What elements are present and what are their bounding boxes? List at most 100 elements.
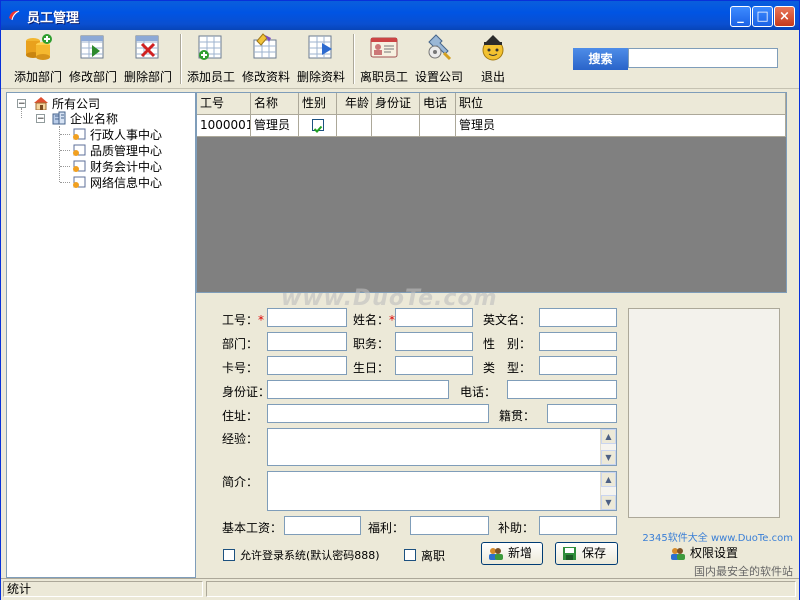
salary-field[interactable] — [284, 516, 361, 535]
save-button[interactable]: 保存 — [555, 542, 618, 565]
close-button[interactable]: × — [774, 6, 795, 27]
users-icon — [489, 548, 503, 560]
search-label: 搜索 — [573, 48, 628, 70]
search-input[interactable] — [628, 48, 778, 68]
subsidy-field[interactable] — [539, 516, 617, 535]
exit-icon — [482, 35, 504, 61]
scrollbar[interactable]: ▲ ▼ — [600, 472, 616, 510]
department-icon — [73, 128, 86, 140]
card-field[interactable] — [267, 356, 347, 375]
delete-dept-button[interactable]: 删除部门 — [123, 33, 173, 85]
table-cell[interactable]: 1000001 — [197, 115, 251, 137]
native-place-label: 籍贯： — [499, 409, 536, 423]
title-field[interactable] — [395, 332, 473, 351]
experience-textarea[interactable]: ▲ ▼ — [267, 428, 617, 466]
table-cell[interactable] — [299, 115, 337, 137]
phone-field[interactable] — [507, 380, 617, 399]
table-cell[interactable] — [420, 115, 456, 137]
window-title: 员工管理 — [27, 11, 80, 26]
dept-label: 部门： — [222, 337, 259, 351]
add-dept-label: 添加部门 — [13, 70, 62, 84]
english-name-field[interactable] — [539, 308, 617, 327]
column-header[interactable]: 身份证 — [372, 93, 420, 115]
subsidy-label: 补助： — [498, 521, 535, 535]
department-icon — [73, 176, 86, 188]
department-icon — [73, 160, 86, 172]
company-settings-button[interactable]: 设置公司 — [414, 33, 464, 85]
table-cell[interactable] — [372, 115, 420, 137]
tree-node-dept[interactable]: 财务会计中心 — [60, 158, 180, 174]
resigned-employee-icon — [370, 37, 398, 58]
employee-photo[interactable] — [628, 308, 780, 518]
department-tree[interactable]: − 所有公司 − 企业名称 行政人事中心 品质管理中心 财务会计中心 网络信息中… — [6, 92, 196, 578]
edit-info-button[interactable]: 修改资料 — [241, 33, 291, 85]
department-icon — [73, 144, 86, 156]
column-header[interactable]: 性别 — [299, 93, 337, 115]
collapse-icon[interactable]: − — [36, 114, 45, 124]
welfare-field[interactable] — [410, 516, 489, 535]
column-header[interactable]: 名称 — [251, 93, 299, 115]
collapse-icon[interactable]: − — [17, 99, 26, 109]
address-label: 住址： — [222, 409, 259, 423]
delete-dept-label: 删除部门 — [123, 70, 172, 84]
add-employee-button[interactable]: 添加员工 — [186, 33, 236, 85]
delete-info-label: 删除资料 — [296, 70, 345, 84]
tree-node-dept[interactable]: 品质管理中心 — [60, 142, 180, 158]
column-header[interactable]: 年龄 — [337, 93, 372, 115]
edit-dept-button[interactable]: 修改部门 — [68, 33, 118, 85]
emp-no-field[interactable] — [267, 308, 347, 327]
edit-dept-icon — [80, 35, 104, 59]
company-settings-label: 设置公司 — [414, 70, 463, 84]
resigned-label: 离职 — [421, 549, 446, 563]
table-cell[interactable]: 管理员 — [251, 115, 299, 137]
scrollbar[interactable]: ▲ ▼ — [600, 429, 616, 465]
type-field[interactable] — [539, 356, 617, 375]
name-field[interactable] — [395, 308, 473, 327]
delete-dept-icon — [135, 35, 159, 59]
address-field[interactable] — [267, 404, 489, 423]
scroll-down-icon[interactable]: ▼ — [601, 495, 616, 510]
add-employee-icon — [198, 35, 222, 60]
users-icon — [671, 548, 685, 560]
scroll-down-icon[interactable]: ▼ — [601, 450, 616, 465]
maximize-button[interactable]: □ — [752, 6, 773, 27]
close-icon: × — [779, 9, 790, 24]
title-bar[interactable]: 员工管理 _ □ × — [1, 1, 799, 30]
native-place-field[interactable] — [547, 404, 617, 423]
gender-checkbox[interactable] — [312, 119, 324, 133]
dept-field[interactable] — [267, 332, 347, 351]
column-header[interactable]: 工号 — [197, 93, 251, 115]
minimize-icon: _ — [737, 9, 744, 24]
tree-node-dept[interactable]: 行政人事中心 — [60, 126, 180, 142]
add-dept-button[interactable]: 添加部门 — [13, 33, 63, 85]
exit-button[interactable]: 退出 — [473, 33, 513, 85]
delete-info-button[interactable]: 删除资料 — [296, 33, 346, 85]
employee-grid[interactable]: 工号 名称 性别 年龄 身份证 电话 职位 1000001 管理员 管理员 — [196, 92, 787, 293]
gender-field[interactable] — [539, 332, 617, 351]
resigned-checkbox[interactable] — [404, 549, 416, 561]
company-settings-icon — [428, 34, 452, 61]
resigned-employee-label: 离职员工 — [359, 70, 408, 84]
column-header[interactable]: 电话 — [420, 93, 456, 115]
company-icon — [52, 111, 66, 125]
idcard-field[interactable] — [267, 380, 449, 399]
permission-settings-button[interactable]: 权限设置 — [663, 542, 747, 565]
column-header[interactable]: 职位 — [456, 93, 786, 115]
add-button[interactable]: 新增 — [481, 542, 543, 565]
scroll-up-icon[interactable]: ▲ — [601, 472, 616, 487]
resigned-employee-button[interactable]: 离职员工 — [359, 33, 409, 85]
table-cell[interactable]: 管理员 — [456, 115, 786, 137]
welfare-label: 福利： — [368, 521, 405, 535]
salary-label: 基本工资： — [222, 521, 283, 535]
edit-info-label: 修改资料 — [241, 70, 290, 84]
watermark: 国内最安全的软件站 — [694, 565, 793, 578]
toolbar-separator — [180, 34, 182, 84]
english-name-label: 英文名： — [483, 313, 532, 327]
table-cell[interactable] — [337, 115, 372, 137]
intro-textarea[interactable]: ▲ ▼ — [267, 471, 617, 511]
allow-login-checkbox[interactable] — [223, 549, 235, 561]
minimize-button[interactable]: _ — [730, 6, 751, 27]
birthday-field[interactable] — [395, 356, 473, 375]
scroll-up-icon[interactable]: ▲ — [601, 429, 616, 444]
tree-node-dept[interactable]: 网络信息中心 — [60, 174, 180, 190]
